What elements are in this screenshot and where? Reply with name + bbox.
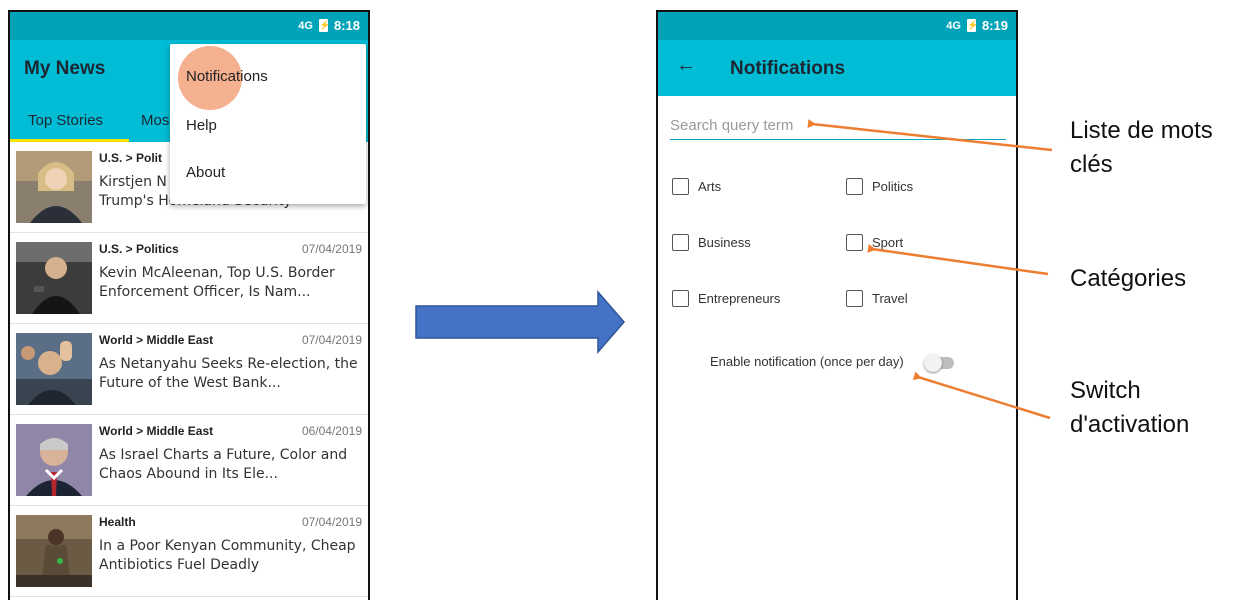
- annotation-arrow-categories: [867, 243, 1049, 276]
- callout-keywords: Liste de mots clés: [1070, 117, 1213, 178]
- callout-switch: Switch d'activation: [1070, 377, 1190, 438]
- annotation-arrow-switch: [912, 371, 1051, 420]
- annotation-arrow-keywords: [807, 119, 1053, 152]
- annotation-layer: [807, 119, 1053, 420]
- callout-categories: Catégories: [1070, 265, 1187, 292]
